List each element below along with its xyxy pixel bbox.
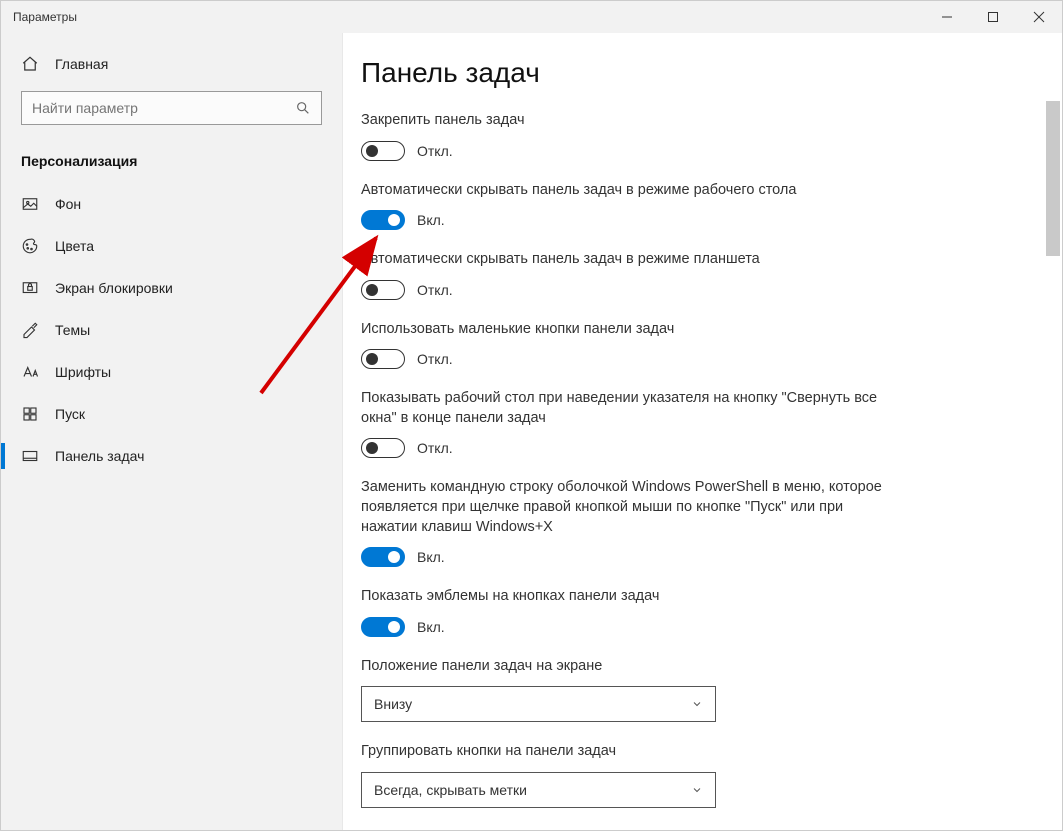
toggle-peek-desktop[interactable] [361,438,405,458]
toggle-state-text: Откл. [417,351,453,367]
setting-autohide-desktop: Автоматически скрывать панель задач в ре… [361,181,1001,231]
sidebar-item-fonts[interactable]: Шрифты [1,351,342,393]
sidebar-item-colors[interactable]: Цвета [1,225,342,267]
content-area: Главная Персонализация Фон Цвета Экран б… [1,33,1062,830]
picture-icon [21,195,39,213]
setting-combine: Группировать кнопки на панели задач Всег… [361,742,1001,808]
toggle-state-text: Вкл. [417,212,445,228]
setting-small-buttons: Использовать маленькие кнопки панели зад… [361,320,1001,370]
chevron-down-icon [691,784,703,796]
window-controls [924,1,1062,33]
toggle-autohide-desktop[interactable] [361,210,405,230]
setting-label: Автоматически скрывать панель задач в ре… [361,250,901,270]
home-label: Главная [55,56,108,72]
dropdown-value: Внизу [374,696,412,712]
sidebar: Главная Персонализация Фон Цвета Экран б… [1,33,343,830]
search-input[interactable] [32,100,295,116]
dropdown-combine[interactable]: Всегда, скрывать метки [361,772,716,808]
toggle-state-text: Откл. [417,282,453,298]
sidebar-item-label: Темы [55,322,90,338]
category-title: Персонализация [1,143,342,183]
sidebar-item-label: Шрифты [55,364,111,380]
dropdown-value: Всегда, скрывать метки [374,782,527,798]
search-icon [295,100,311,116]
fonts-icon [21,363,39,381]
sidebar-item-start[interactable]: Пуск [1,393,342,435]
setting-label: Автоматически скрывать панель задач в ре… [361,181,901,201]
setting-lock-taskbar: Закрепить панель задач Откл. [361,111,1001,161]
home-link[interactable]: Главная [1,45,342,83]
setting-autohide-tablet: Автоматически скрывать панель задач в ре… [361,250,1001,300]
toggle-autohide-tablet[interactable] [361,280,405,300]
toggle-badges[interactable] [361,617,405,637]
setting-label: Заменить командную строку оболочкой Wind… [361,478,901,537]
toggle-state-text: Вкл. [417,549,445,565]
start-icon [21,405,39,423]
sidebar-item-themes[interactable]: Темы [1,309,342,351]
toggle-powershell[interactable] [361,547,405,567]
sidebar-item-label: Цвета [55,238,94,254]
toggle-state-text: Откл. [417,143,453,159]
sidebar-item-label: Экран блокировки [55,280,173,296]
main-panel: Панель задач Закрепить панель задач Откл… [343,33,1062,830]
close-icon [1033,11,1045,23]
sidebar-item-label: Панель задач [55,448,144,464]
sidebar-item-label: Пуск [55,406,85,422]
titlebar: Параметры [1,1,1062,33]
sidebar-item-background[interactable]: Фон [1,183,342,225]
close-button[interactable] [1016,1,1062,33]
home-icon [21,55,39,73]
setting-powershell: Заменить командную строку оболочкой Wind… [361,478,1001,567]
themes-icon [21,321,39,339]
page-title: Панель задач [361,57,1001,89]
setting-position: Положение панели задач на экране Внизу [361,657,1001,723]
minimize-icon [941,11,953,23]
window-title: Параметры [1,10,77,24]
sidebar-item-taskbar[interactable]: Панель задач [1,435,342,477]
setting-label: Показывать рабочий стол при наведении ук… [361,389,901,428]
palette-icon [21,237,39,255]
sidebar-item-lockscreen[interactable]: Экран блокировки [1,267,342,309]
sidebar-item-label: Фон [55,196,81,212]
setting-label: Использовать маленькие кнопки панели зад… [361,320,901,340]
search-input-container[interactable] [21,91,322,125]
lockscreen-icon [21,279,39,297]
chevron-down-icon [691,698,703,710]
scrollbar-thumb[interactable] [1046,101,1060,256]
taskbar-icon [21,447,39,465]
maximize-icon [987,11,999,23]
setting-label: Группировать кнопки на панели задач [361,742,901,762]
setting-label: Закрепить панель задач [361,111,901,131]
setting-label: Положение панели задач на экране [361,657,901,677]
setting-badges: Показать эмблемы на кнопках панели задач… [361,587,1001,637]
minimize-button[interactable] [924,1,970,33]
toggle-lock-taskbar[interactable] [361,141,405,161]
setting-peek-desktop: Показывать рабочий стол при наведении ук… [361,389,1001,458]
toggle-state-text: Откл. [417,440,453,456]
dropdown-position[interactable]: Внизу [361,686,716,722]
setting-label: Показать эмблемы на кнопках панели задач [361,587,901,607]
toggle-small-buttons[interactable] [361,349,405,369]
maximize-button[interactable] [970,1,1016,33]
toggle-state-text: Вкл. [417,619,445,635]
